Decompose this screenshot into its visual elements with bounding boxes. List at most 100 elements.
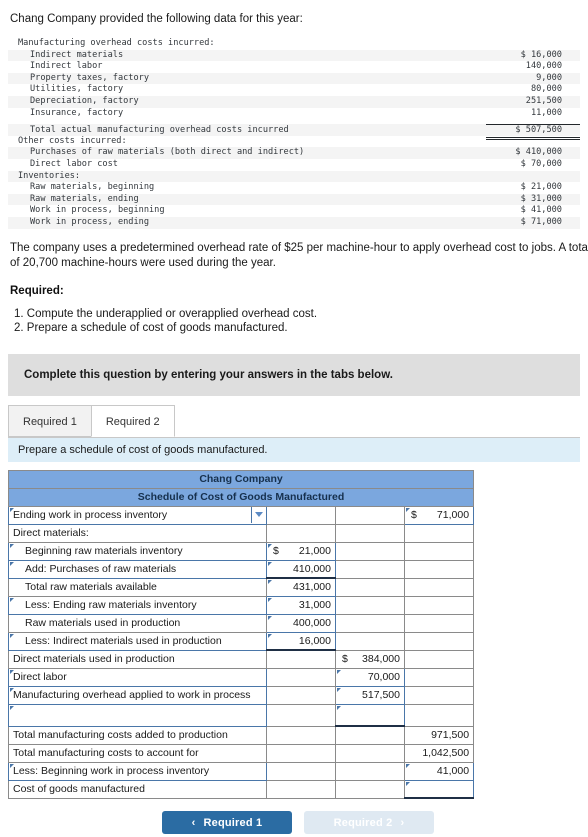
complete-question-bar: Complete this question by entering your … bbox=[8, 353, 580, 396]
required-2-button-label: Required 2 bbox=[333, 816, 393, 829]
row-label-cell: Total manufacturing costs added to produ… bbox=[8, 725, 267, 745]
amount-cell-col2 bbox=[335, 743, 405, 763]
data-row-amount: $ 16,000 bbox=[520, 49, 562, 60]
row-label-cell[interactable] bbox=[8, 703, 267, 727]
amount-cell-col3: 1,042,500 bbox=[403, 743, 475, 763]
table-row: Total manufacturing costs added to produ… bbox=[8, 725, 475, 745]
row-label-text: Total manufacturing costs to account for bbox=[13, 747, 199, 759]
amount-cell-col1 bbox=[266, 505, 336, 525]
amount-cell-col1 bbox=[266, 649, 336, 669]
row-label-cell[interactable]: Less: Beginning work in process inventor… bbox=[8, 761, 267, 781]
amount-cell-col3 bbox=[403, 667, 475, 687]
table-title-row: Chang Company bbox=[7, 469, 475, 489]
chevron-down-icon[interactable] bbox=[251, 506, 266, 523]
amount-cell-col1 bbox=[266, 685, 336, 705]
data-row: Indirect labor 140,000 bbox=[8, 61, 580, 73]
data-row-amount: $ 70,000 bbox=[520, 158, 562, 169]
data-row-label: Purchases of raw materials (both direct … bbox=[30, 147, 305, 158]
amount-value: 410,000 bbox=[293, 562, 331, 575]
amount-value: 400,000 bbox=[293, 617, 331, 629]
table-row: Total manufacturing costs to account for… bbox=[8, 743, 475, 763]
data-row: Raw materials, beginning $ 21,000 bbox=[8, 182, 580, 194]
row-label-cell[interactable]: Ending work in process inventory bbox=[8, 505, 267, 525]
row-label-text: Less: Beginning work in process inventor… bbox=[13, 765, 210, 777]
amount-cell-col2 bbox=[335, 761, 405, 781]
currency-symbol: $ bbox=[273, 545, 279, 557]
row-label-cell[interactable]: Direct labor bbox=[8, 667, 267, 687]
data-row-amount: 11,000 bbox=[530, 107, 562, 118]
amount-value: 41,000 bbox=[436, 765, 470, 777]
amount-cell-col2 bbox=[335, 541, 405, 561]
tab-bar: Required 1 Required 2 bbox=[8, 404, 580, 438]
data-row-label: Raw materials, beginning bbox=[30, 182, 155, 193]
row-label-cell[interactable]: Add: Purchases of raw materials bbox=[8, 559, 267, 579]
amount-cell-col1[interactable]: 431,000 bbox=[266, 577, 336, 597]
data-row-label: Work in process, beginning bbox=[30, 205, 165, 216]
amount-cell-col3[interactable]: $71,000 bbox=[403, 505, 475, 525]
amount-cell-col3 bbox=[403, 613, 475, 633]
data-row-amount: $ 41,000 bbox=[520, 205, 562, 216]
row-label-text: Raw materials used in production bbox=[25, 617, 181, 629]
data-row-label: Other costs incurred: bbox=[18, 135, 127, 146]
amount-cell-col1 bbox=[266, 761, 336, 781]
chevron-right-icon: › bbox=[400, 816, 405, 829]
row-label-text: Less: Indirect materials used in product… bbox=[25, 635, 222, 647]
amount-cell-col1 bbox=[266, 703, 336, 727]
data-row: Depreciation, factory 251,500 bbox=[8, 95, 580, 108]
row-label-text: Cost of goods manufactured bbox=[13, 783, 145, 795]
row-label-cell[interactable]: Manufacturing overhead applied to work i… bbox=[8, 685, 267, 705]
required-2-button[interactable]: Required 2 › bbox=[304, 811, 434, 834]
data-row-label: Indirect labor bbox=[30, 61, 103, 72]
amount-cell-col2[interactable]: 517,500 bbox=[335, 685, 405, 705]
amount-cell-col1[interactable]: 16,000 bbox=[266, 631, 336, 651]
amount-cell-col2 bbox=[335, 595, 405, 615]
row-label-text: Manufacturing overhead applied to work i… bbox=[13, 689, 251, 701]
data-row-label: Direct labor cost bbox=[30, 158, 118, 169]
amount-value: 384,000 bbox=[362, 653, 400, 665]
amount-cell-col3 bbox=[403, 541, 475, 561]
amount-cell-col3[interactable] bbox=[403, 779, 475, 799]
amount-cell-col2[interactable] bbox=[335, 703, 405, 727]
data-row-amount: 80,000 bbox=[530, 84, 562, 95]
amount-value: 71,000 bbox=[436, 509, 470, 521]
amount-value: 971,500 bbox=[431, 729, 470, 741]
required-item: 1. Compute the underapplied or overappli… bbox=[14, 307, 318, 320]
data-row: Purchases of raw materials (both direct … bbox=[8, 147, 580, 159]
amount-cell-col2 bbox=[335, 577, 405, 597]
tab-1[interactable]: Required 1 bbox=[8, 404, 92, 437]
tab-label: Required 2 bbox=[105, 415, 160, 428]
table-row: Beginning raw materials inventory $21,000 bbox=[8, 541, 475, 561]
amount-cell-col3 bbox=[403, 685, 475, 705]
amount-cell-col3 bbox=[403, 631, 475, 651]
required-1-button[interactable]: ‹ Required 1 bbox=[162, 811, 292, 834]
row-label-cell[interactable]: Less: Ending raw materials inventory bbox=[8, 595, 267, 615]
table-row: Ending work in process inventory $71,000 bbox=[8, 505, 475, 525]
amount-cell-col1[interactable]: $21,000 bbox=[266, 541, 336, 561]
row-label-cell: Direct materials: bbox=[8, 523, 267, 543]
data-row: Raw materials, ending $ 31,000 bbox=[8, 193, 580, 206]
amount-value: 70,000 bbox=[367, 671, 400, 683]
amount-cell-col2[interactable]: 70,000 bbox=[335, 667, 405, 687]
data-row-amount: $ 31,000 bbox=[520, 193, 562, 204]
row-label-cell[interactable]: Beginning raw materials inventory bbox=[8, 541, 267, 561]
amount-cell-col1[interactable]: 410,000 bbox=[266, 559, 336, 579]
data-row: Indirect materials $ 16,000 bbox=[8, 49, 580, 62]
amount-cell-col3[interactable]: 41,000 bbox=[403, 761, 475, 781]
amount-cell-col1[interactable]: 31,000 bbox=[266, 595, 336, 615]
data-row-amount: 9,000 bbox=[536, 72, 562, 83]
row-label-cell: Cost of goods manufactured bbox=[8, 779, 267, 799]
amount-cell-col3 bbox=[403, 595, 475, 615]
row-label-cell[interactable]: Less: Indirect materials used in product… bbox=[8, 631, 267, 651]
data-row: Insurance, factory 11,000 bbox=[8, 108, 580, 120]
data-row: Work in process, beginning $ 41,000 bbox=[8, 205, 580, 217]
data-row-amount: $ 71,000 bbox=[520, 216, 562, 227]
data-row-label: Manufacturing overhead costs incurred: bbox=[18, 38, 215, 48]
row-label-text: Add: Purchases of raw materials bbox=[25, 563, 177, 575]
amount-value: 1,042,500 bbox=[422, 747, 470, 759]
row-label-cell: Direct materials used in production bbox=[8, 649, 267, 669]
table-row bbox=[8, 703, 475, 727]
tab-2[interactable]: Required 2 bbox=[90, 404, 175, 437]
table-row: Less: Ending raw materials inventory 31,0… bbox=[8, 595, 475, 615]
amount-cell-col3: 971,500 bbox=[403, 725, 475, 745]
amount-cell-col1[interactable]: 400,000 bbox=[266, 613, 336, 633]
